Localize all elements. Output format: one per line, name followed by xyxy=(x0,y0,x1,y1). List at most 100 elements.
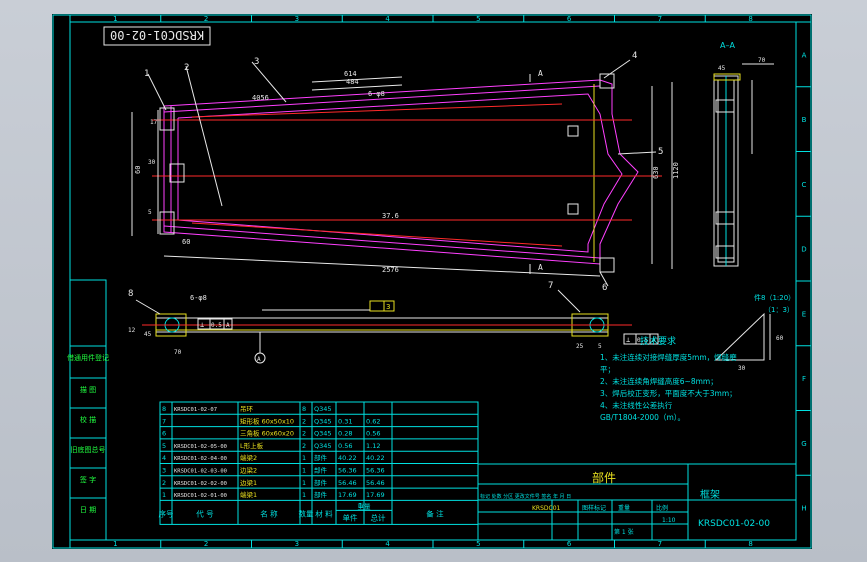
bom-cell: 40.22 xyxy=(338,454,357,462)
drawing-canvas[interactable]: 12345678 12345678 ABCDEFGH KRSDC01-02-00… xyxy=(52,14,812,549)
bill-of-materials: 8 KRSDC01-02-07 吊环 8 Q345 7 矩形板 60x50x10 2 Q345 0… xyxy=(159,401,479,525)
svg-text:45: 45 xyxy=(718,65,726,72)
grid-row-label: D xyxy=(801,246,806,254)
svg-text:⊥: ⊥ xyxy=(200,321,204,329)
part-callout-4: 4 xyxy=(632,51,637,61)
bom-header: 单件 xyxy=(343,512,358,522)
grid-col-label-top: 4 xyxy=(385,15,390,23)
bom-cell: 部件 xyxy=(314,453,328,462)
bom-cell: 7 xyxy=(162,417,166,425)
bom-cell: 1 xyxy=(302,479,306,487)
tech-requirement-line: 2、未注连续角焊缝高度6~8mm； xyxy=(600,376,718,386)
grid-row-label: A xyxy=(802,51,807,59)
grid-col-label-bottom: 7 xyxy=(658,540,662,548)
svg-text:7: 7 xyxy=(548,281,553,291)
grid-col-label-bottom: 1 xyxy=(113,540,117,548)
left-side-record-block: 借通用件登记描 图校 描旧底图总号签 字日 期 xyxy=(67,279,109,541)
bom-cell: Q345 xyxy=(314,417,332,425)
bom-header: 代 号 xyxy=(196,508,213,518)
bom-cell: KRSDC01-02-03-00 xyxy=(174,469,227,475)
tech-requirement-line: GB/T1804-2000（m）。 xyxy=(600,413,685,422)
main-plan-view: 614 484 6-φ8 4056 2576 60 630 1120 37.6 … xyxy=(131,51,680,293)
bom-weight-header: 重量 xyxy=(358,502,372,510)
part-callout-1: 1 xyxy=(144,69,149,79)
svg-text:630: 630 xyxy=(652,166,660,179)
svg-text:部件: 部件 xyxy=(592,470,616,485)
svg-text:（1：3）: （1：3） xyxy=(764,306,794,314)
title-block: 部件 框架 KRSDC01-02-00 标记 处数 分区 更改文件号 签名 年 … xyxy=(477,463,797,541)
bom-cell: 部件 xyxy=(314,490,328,499)
bom-cell: 5 xyxy=(162,442,166,450)
svg-text:70: 70 xyxy=(758,57,766,64)
bom-cell: KRSDC01-02-05-00 xyxy=(174,444,227,450)
technical-requirements: 技术要求 1、未注连续对接焊缝厚度5mm，焊缝磨平； 2、未注连续角焊缝高度6~8… xyxy=(600,335,737,422)
grid-col-label-bottom: 8 xyxy=(748,540,752,548)
record-label: 旧底图总号 xyxy=(71,445,106,454)
svg-text:2576: 2576 xyxy=(382,266,399,274)
grid-row-label: G xyxy=(801,440,806,448)
svg-text:KRSDC01: KRSDC01 xyxy=(532,505,561,512)
svg-text:A: A xyxy=(257,356,261,363)
bom-header: 名 称 xyxy=(260,508,278,518)
bom-cell: 56.36 xyxy=(338,467,357,475)
svg-text:30: 30 xyxy=(738,365,746,372)
bom-cell: Q345 xyxy=(314,442,332,450)
bom-cell: 8 xyxy=(162,405,166,413)
svg-text:技术要求: 技术要求 xyxy=(640,335,676,347)
svg-text:重量: 重量 xyxy=(618,504,630,512)
grid-col-label-top: 8 xyxy=(748,15,752,23)
bom-cell: 0.28 xyxy=(338,430,352,438)
svg-text:图样标记: 图样标记 xyxy=(582,504,606,512)
bom-cell: 56.36 xyxy=(366,467,385,475)
svg-text:5: 5 xyxy=(598,343,602,350)
bom-cell: 吊环 xyxy=(240,405,254,413)
svg-text:3: 3 xyxy=(386,303,390,311)
grid-col-label-bottom: 2 xyxy=(204,540,208,548)
svg-text:60: 60 xyxy=(776,335,784,342)
svg-text:60: 60 xyxy=(134,166,142,174)
part-callout-5: 5 xyxy=(658,147,663,157)
svg-text:比例: 比例 xyxy=(656,504,668,512)
rotated-drawing-number: KRSDC01-02-00 xyxy=(103,26,211,46)
bom-cell: 6 xyxy=(162,430,166,438)
record-label: 签 字 xyxy=(80,475,96,484)
bom-cell: 2 xyxy=(302,417,306,425)
tolerance-frame-left: ⊥ 0.5 A xyxy=(197,318,233,330)
svg-text:6-φ8: 6-φ8 xyxy=(368,90,385,98)
bom-cell: Q345 xyxy=(314,430,332,438)
grid-col-label-top: 1 xyxy=(113,15,117,23)
grid-col-label-bottom: 3 xyxy=(295,540,299,548)
tech-requirement-line: 3、焊后校正变形，平面度不大于3mm； xyxy=(600,388,737,398)
svg-text:A: A xyxy=(226,322,230,329)
grid-col-label-top: 3 xyxy=(295,15,299,23)
bom-cell: 部件 xyxy=(314,478,328,487)
svg-text:0.5: 0.5 xyxy=(211,322,222,329)
svg-text:484: 484 xyxy=(346,78,359,86)
grid-row-label: C xyxy=(802,181,807,189)
sheet-outer-border xyxy=(52,14,812,549)
cad-viewport[interactable]: 12345678 12345678 ABCDEFGH KRSDC01-02-00… xyxy=(0,0,867,562)
bom-cell: 1.12 xyxy=(366,442,380,450)
svg-text:1120: 1120 xyxy=(672,162,680,179)
svg-text:60: 60 xyxy=(182,238,190,246)
bom-cell: 3 xyxy=(162,467,166,475)
svg-text:6-φ8: 6-φ8 xyxy=(190,294,207,302)
tech-requirement-line: 平； xyxy=(600,365,615,374)
bom-cell: Q345 xyxy=(314,405,332,413)
grid-column-labels-bottom: 1 2 3 4 5 6 7 8 xyxy=(69,540,753,548)
svg-text:614: 614 xyxy=(344,70,357,78)
bom-cell: 1 xyxy=(302,491,306,499)
svg-text:1:10: 1:10 xyxy=(662,517,676,524)
svg-text:17: 17 xyxy=(150,119,158,126)
grid-row-label: H xyxy=(801,505,806,513)
grid-col-label-bottom: 4 xyxy=(385,540,390,548)
svg-text:12: 12 xyxy=(128,327,136,334)
bom-cell: 2 xyxy=(162,479,166,487)
grid-col-label-top: 7 xyxy=(658,15,662,23)
bom-header: 数量 xyxy=(299,508,314,518)
bom-cell: 2 xyxy=(302,442,306,450)
bom-cell: 2 xyxy=(302,430,306,438)
record-label: 借通用件登记 xyxy=(67,353,109,362)
svg-text:5: 5 xyxy=(148,209,152,216)
svg-text:KRSDC01-02-00: KRSDC01-02-00 xyxy=(110,28,204,42)
